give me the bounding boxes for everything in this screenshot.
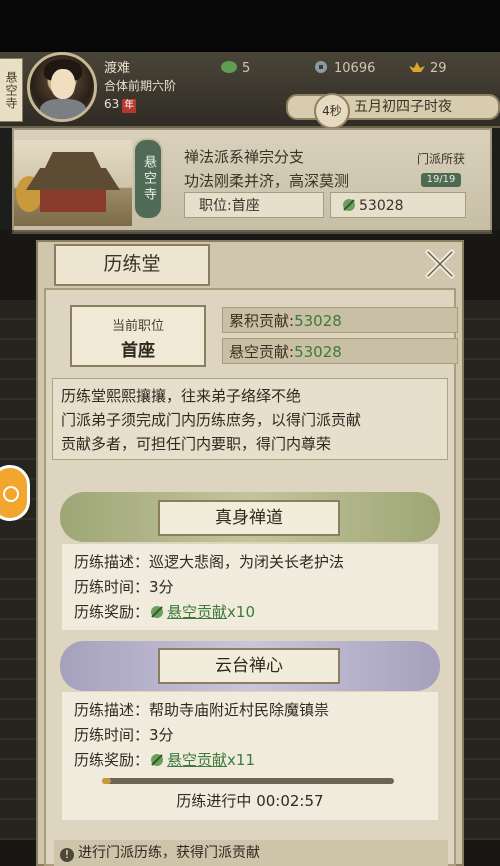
contribution-icon — [151, 754, 164, 766]
sect-badge[interactable]: 门派所获 19/19 — [402, 150, 480, 188]
reward-label: 历练奖励： — [74, 751, 150, 769]
task-time: 历练时间：3分 — [74, 726, 174, 744]
sect-line-1: 禅法派系禅宗分支 — [184, 148, 305, 166]
hall-description: 历练堂熙熙攘攘，往来弟子络绎不绝 门派弟子须完成门内历练庶务，以得门派贡献 贡献… — [52, 378, 448, 460]
coin-count: 10696 — [334, 61, 376, 76]
avatar-robe — [40, 99, 86, 119]
coin-icon — [315, 61, 327, 73]
desc-line: 历练堂熙熙攘攘，往来弟子络绎不绝 — [61, 387, 302, 405]
task-desc: 历练描述：帮助寺庙附近村民除魔镇祟 — [74, 701, 330, 719]
reward-item-link[interactable]: 悬空贡献 — [167, 751, 227, 769]
task-desc: 历练描述：巡逻大悲阁，为闭关长老护法 — [74, 553, 345, 571]
reward-multiplier: x10 — [227, 603, 255, 621]
sect-badge-count: 19/19 — [420, 173, 462, 187]
contribution-icon — [343, 199, 355, 211]
stat2-label: 悬空贡献: — [229, 343, 295, 361]
stat2-value: 53028 — [294, 343, 342, 361]
sect-line-2: 功法刚柔并济，高深莫测 — [184, 172, 350, 190]
game-date: 五月初四子时夜 — [354, 99, 452, 115]
temple-label: 悬空寺 — [133, 138, 163, 220]
desc-line: 贡献多者，可担任门内要职，得门内尊荣 — [61, 435, 332, 453]
dialog-title: 历练堂 — [54, 244, 210, 286]
assistant-icon — [3, 486, 19, 502]
contribution-value: 53028 — [359, 198, 404, 214]
jade-count: 5 — [242, 61, 251, 76]
avatar[interactable] — [27, 52, 97, 122]
temple-roof — [26, 168, 120, 190]
temple-body — [40, 190, 106, 212]
coin-resource[interactable]: 10696 — [312, 60, 375, 76]
character-level: 63 年 — [104, 97, 137, 113]
reward-item-link[interactable]: 悬空贡献 — [167, 603, 227, 621]
jade-icon — [221, 61, 237, 73]
task-time: 历练时间：3分 — [74, 578, 174, 596]
rank-label: 当前职位 — [111, 319, 164, 334]
close-button[interactable] — [420, 244, 460, 284]
time-countdown: 4秒 — [314, 93, 350, 129]
gold-resource[interactable]: 29 — [408, 60, 447, 76]
current-rank-box: 当前职位 首座 — [70, 305, 206, 367]
gold-ingot-icon — [409, 62, 425, 72]
close-icon — [425, 249, 455, 279]
position-field: 职位:首座 — [184, 192, 324, 218]
sect-badge-title: 门派所获 — [416, 152, 465, 166]
level-value: 63 — [104, 97, 120, 111]
status-bar-area — [0, 0, 500, 52]
total-contribution: 累积贡献:53028 — [222, 307, 458, 333]
task-progress-bar — [102, 778, 394, 784]
task-title-2: 云台禅心 — [158, 648, 340, 684]
task-title-1: 真身禅道 — [158, 500, 340, 536]
character-name: 渡难 — [104, 61, 131, 76]
task-reward: 历练奖励： 悬空贡献x10 — [74, 600, 426, 625]
temple-roof-top — [44, 152, 102, 170]
contribution-field: 53028 — [330, 192, 466, 218]
temple-image — [14, 140, 132, 226]
desc-line: 门派弟子须完成门内历练庶务，以得门派贡献 — [61, 411, 362, 429]
contribution-icon — [151, 606, 164, 618]
task-card-1[interactable]: 历练描述：巡逻大悲阁，为闭关长老护法 历练时间：3分 历练奖励： 悬空贡献x10 — [62, 544, 438, 630]
task-progress-fill — [102, 778, 111, 784]
rank-value: 首座 — [121, 341, 155, 361]
jade-resource[interactable]: 5 — [220, 60, 250, 76]
avatar-face — [51, 69, 75, 99]
floating-assistant-button[interactable] — [0, 465, 30, 521]
task-progress-text: 历练进行中 00:02:57 — [176, 792, 324, 810]
stat1-label: 累积贡献: — [229, 312, 295, 330]
gold-count: 29 — [430, 61, 447, 76]
character-realm: 合体前期六阶 — [104, 79, 177, 93]
info-icon: ! — [60, 848, 74, 862]
task-reward: 历练奖励： 悬空贡献x11 — [74, 748, 426, 773]
tip-bar: ! 进行门派历练，获得门派贡献 — [54, 840, 448, 866]
sect-tab[interactable]: 悬空寺 — [0, 58, 23, 122]
stat1-value: 53028 — [294, 312, 342, 330]
reward-label: 历练奖励： — [74, 603, 150, 621]
tip-text: 进行门派历练，获得门派贡献 — [78, 845, 260, 861]
level-tag: 年 — [122, 99, 137, 113]
reward-multiplier: x11 — [227, 751, 255, 769]
sect-contribution: 悬空贡献:53028 — [222, 338, 458, 364]
